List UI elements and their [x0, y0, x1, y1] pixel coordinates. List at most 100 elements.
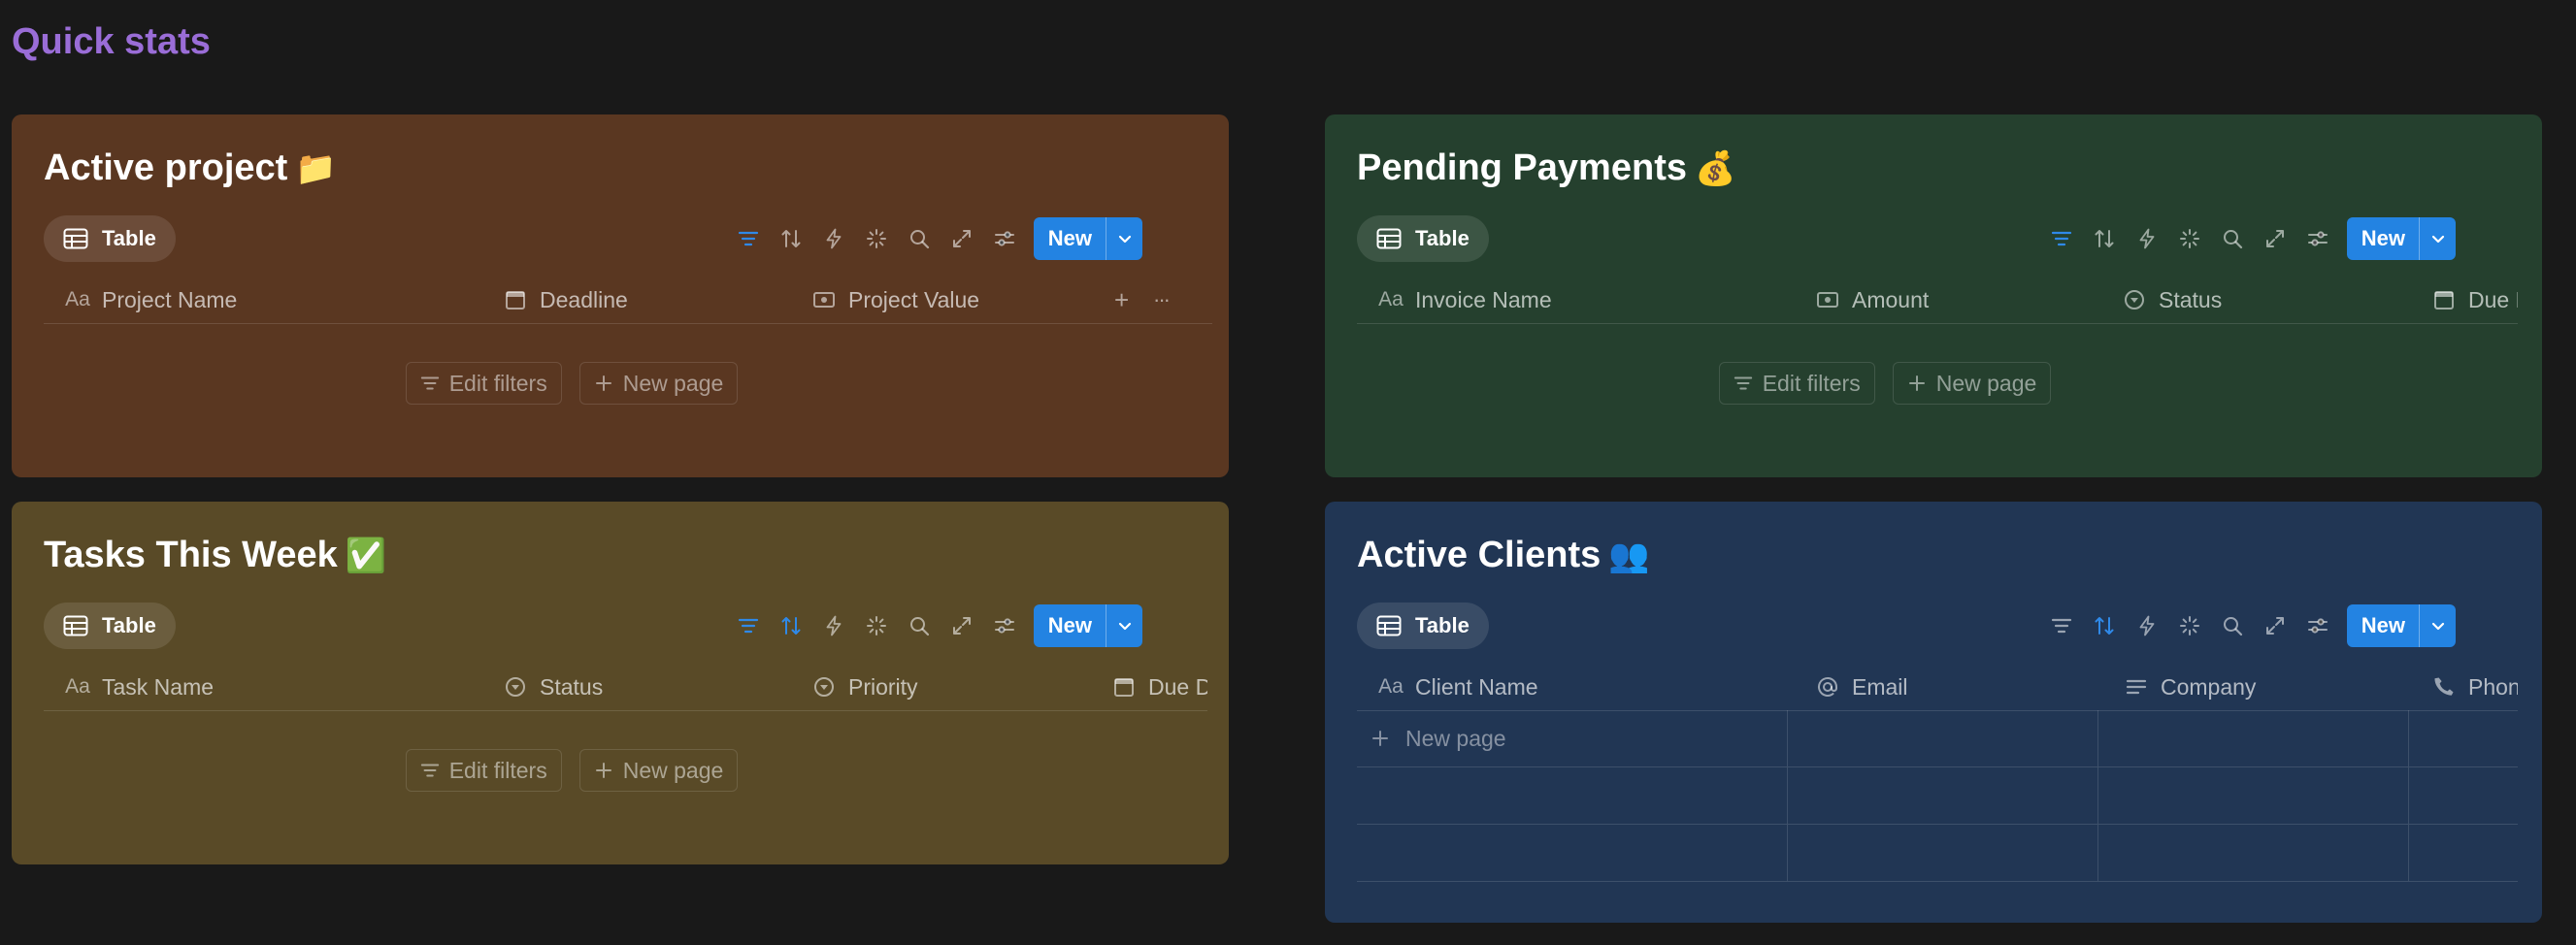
automation-icon[interactable]	[2126, 217, 2168, 260]
filter-icon	[1734, 374, 1753, 393]
search-icon[interactable]	[898, 604, 941, 647]
plus-icon	[594, 374, 613, 393]
view-tab-table[interactable]: Table	[44, 215, 176, 262]
column-header[interactable]: Deadline	[503, 277, 628, 323]
column-header[interactable]: Phone	[2431, 664, 2518, 710]
new-dropdown-button[interactable]	[1106, 604, 1142, 647]
column-header[interactable]: Due D	[1111, 664, 1207, 710]
search-icon[interactable]	[898, 217, 941, 260]
column-header[interactable]: Due D	[2431, 277, 2518, 323]
search-icon[interactable]	[2211, 217, 2254, 260]
view-tab-label: Table	[1415, 613, 1470, 637]
column-header[interactable]: Aa Project Name	[65, 277, 237, 323]
card-tasks-this-week: Tasks This Week ✅ Table New Aa Task Name S…	[12, 502, 1229, 864]
folder-emoji-icon: 📁	[295, 150, 337, 187]
card-title-text: Active project	[44, 147, 288, 188]
sort-icon[interactable]	[2083, 217, 2126, 260]
card-active-project: Active project 📁 Table New Aa Project Name…	[12, 114, 1229, 477]
toolbar: New	[727, 604, 1142, 647]
table-row[interactable]	[1357, 825, 2518, 882]
number-icon	[1815, 287, 1840, 312]
new-dropdown-button[interactable]	[2419, 604, 2456, 647]
view-settings-icon[interactable]	[2296, 604, 2339, 647]
new-button[interactable]: New	[1034, 217, 1106, 260]
table-body: New page	[1357, 710, 2518, 882]
card-title[interactable]: Active Clients 👥	[1357, 535, 1650, 576]
plus-icon	[594, 761, 613, 780]
view-settings-icon[interactable]	[983, 604, 1026, 647]
filter-icon[interactable]	[2040, 217, 2083, 260]
column-header[interactable]: Status	[503, 664, 603, 710]
expand-icon[interactable]	[2254, 217, 2296, 260]
column-header[interactable]: Aa Client Name	[1378, 664, 1538, 710]
edit-filters-label: Edit filters	[448, 757, 547, 783]
table-row[interactable]: New page	[1357, 710, 2518, 767]
edit-filters-button[interactable]: Edit filters	[1718, 362, 1875, 405]
sparkle-icon[interactable]	[2168, 604, 2211, 647]
column-header[interactable]: Aa Task Name	[65, 664, 214, 710]
sparkle-icon[interactable]	[2168, 217, 2211, 260]
more-options-icon[interactable]: ···	[1153, 277, 1171, 323]
status-icon	[2122, 287, 2147, 312]
expand-icon[interactable]	[941, 217, 983, 260]
column-header[interactable]: Project Value	[811, 277, 979, 323]
view-tab-table[interactable]: Table	[1357, 603, 1489, 649]
table-row[interactable]	[1357, 767, 2518, 825]
filter-icon[interactable]	[727, 604, 770, 647]
table-header: Aa Invoice Name Amount Status Due D	[1357, 277, 2518, 324]
search-icon[interactable]	[2211, 604, 2254, 647]
new-button[interactable]: New	[1034, 604, 1106, 647]
table-icon	[1376, 228, 1402, 249]
column-header[interactable]: Email	[1815, 664, 1908, 710]
plus-icon	[1371, 729, 1390, 748]
filter-icon	[420, 374, 440, 393]
new-button-group: New	[2346, 217, 2456, 260]
new-dropdown-button[interactable]	[1106, 217, 1142, 260]
edit-filters-button[interactable]: Edit filters	[405, 749, 562, 792]
sort-icon[interactable]	[2083, 604, 2126, 647]
expand-icon[interactable]	[2254, 604, 2296, 647]
automation-icon[interactable]	[812, 604, 855, 647]
expand-icon[interactable]	[941, 604, 983, 647]
column-label: Phone	[2468, 673, 2518, 700]
column-header[interactable]: Amount	[1815, 277, 1929, 323]
new-page-row-button[interactable]: New page	[1371, 710, 1506, 766]
view-tab-table[interactable]: Table	[1357, 215, 1489, 262]
automation-icon[interactable]	[2126, 604, 2168, 647]
title-icon: Aa	[1378, 288, 1404, 310]
title-icon: Aa	[65, 675, 90, 698]
view-settings-icon[interactable]	[2296, 217, 2339, 260]
column-label: Deadline	[540, 286, 628, 312]
people-emoji-icon: 👥	[1608, 538, 1650, 574]
new-dropdown-button[interactable]	[2419, 217, 2456, 260]
automation-icon[interactable]	[812, 217, 855, 260]
new-page-button[interactable]: New page	[578, 362, 739, 405]
view-tab-table[interactable]: Table	[44, 603, 176, 649]
view-settings-icon[interactable]	[983, 217, 1026, 260]
filter-icon[interactable]	[727, 217, 770, 260]
sort-icon[interactable]	[770, 217, 812, 260]
column-header[interactable]: Aa Invoice Name	[1378, 277, 1551, 323]
sparkle-icon[interactable]	[855, 604, 898, 647]
sort-icon[interactable]	[770, 604, 812, 647]
sparkle-icon[interactable]	[855, 217, 898, 260]
card-title[interactable]: Active project 📁	[44, 147, 337, 189]
new-button[interactable]: New	[2347, 217, 2419, 260]
new-page-label: New page	[622, 757, 724, 783]
filter-icon[interactable]	[2040, 604, 2083, 647]
new-button[interactable]: New	[2347, 604, 2419, 647]
new-page-button[interactable]: New page	[578, 749, 739, 792]
column-label: Due D	[2468, 286, 2518, 312]
card-title[interactable]: Tasks This Week ✅	[44, 535, 386, 576]
edit-filters-button[interactable]: Edit filters	[405, 362, 562, 405]
column-header[interactable]: Company	[2124, 664, 2256, 710]
toolbar: New	[2040, 217, 2456, 260]
column-label: Client Name	[1415, 673, 1538, 700]
table-icon	[63, 615, 88, 636]
card-title[interactable]: Pending Payments 💰	[1357, 147, 1735, 189]
column-header[interactable]: Status	[2122, 277, 2222, 323]
add-column-icon[interactable]: +	[1114, 277, 1129, 323]
new-page-button[interactable]: New page	[1892, 362, 2052, 405]
column-label: Project Name	[102, 286, 238, 312]
column-header[interactable]: Priority	[811, 664, 918, 710]
